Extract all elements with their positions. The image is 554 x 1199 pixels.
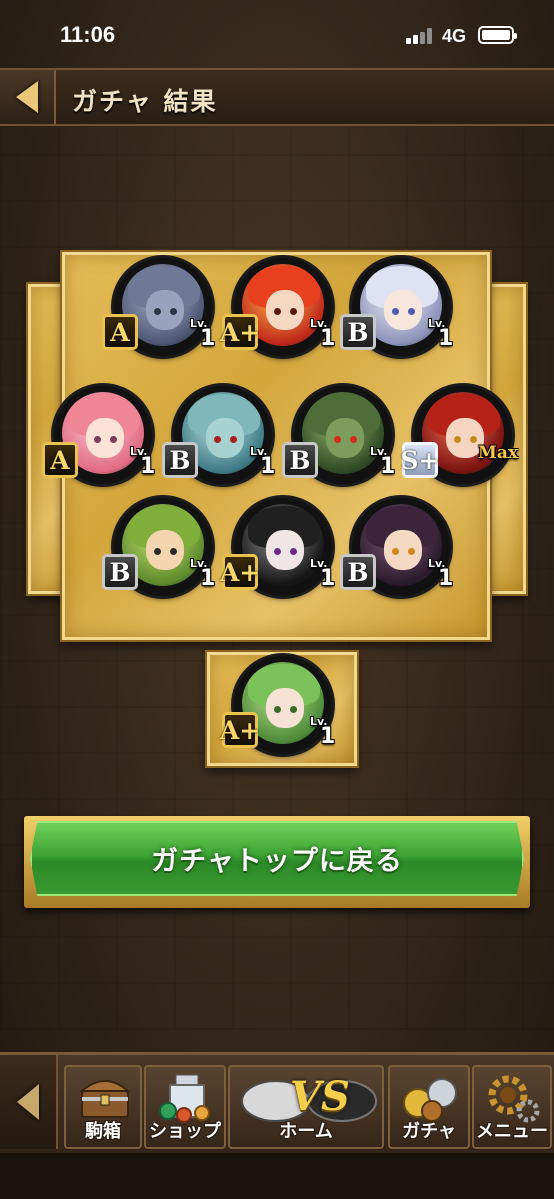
signal-icon [406, 28, 434, 44]
rank-badge: S+ [400, 442, 440, 478]
rank-badge: B [162, 442, 198, 478]
rank-text: B [289, 445, 311, 475]
return-to-gacha-top-button[interactable]: ガチャトップに戻る [24, 816, 530, 908]
status-bar: 11:06 4G [0, 0, 554, 66]
level-value: 1 [438, 566, 454, 591]
rank-text: A [50, 445, 70, 475]
rank-badge: B [340, 314, 376, 350]
status-time: 11:06 [60, 22, 116, 47]
character-card[interactable]: A Lv. 1 [42, 382, 160, 494]
rank-text: S+ [400, 445, 440, 475]
rank-text: A+ [219, 715, 261, 745]
home-indicator-area [0, 1153, 554, 1199]
treasure-chest-icon [79, 1080, 131, 1118]
return-button-face: ガチャトップに戻る [30, 821, 524, 896]
character-card[interactable]: B Lv. 1 [102, 494, 220, 606]
nav-label-home: ホーム [279, 1121, 333, 1142]
rank-text: A+ [219, 557, 261, 587]
nav-label-shop: ショップ [149, 1121, 221, 1142]
nav-label-menu: メニュー [476, 1121, 548, 1142]
character-card[interactable]: A+ Lv. 1 [220, 494, 340, 606]
rank-text: B [347, 557, 369, 587]
nav-item-home[interactable]: VS ホーム [228, 1065, 384, 1149]
rank-badge: A+ [219, 712, 261, 748]
bonus-character-card[interactable]: A+ Lv. 1 [220, 652, 340, 764]
nav-label-gacha: ガチャ [402, 1121, 456, 1142]
character-card[interactable]: A Lv. 1 [102, 254, 220, 366]
chevron-left-icon [16, 81, 38, 113]
rank-badge: A+ [219, 554, 261, 590]
rank-badge: A [42, 442, 78, 478]
return-button-label: ガチャトップに戻る [151, 846, 403, 877]
back-button[interactable] [0, 70, 56, 124]
nav-item-box[interactable]: 駒箱 [64, 1065, 142, 1149]
battery-icon [478, 26, 517, 44]
level-indicator: Lv. 1 [308, 716, 348, 748]
nav-item-gacha[interactable]: ガチャ [388, 1065, 470, 1149]
level-value: 1 [320, 724, 336, 749]
rank-badge: B [340, 554, 376, 590]
rank-text: A+ [219, 317, 261, 347]
nav-label-box: 駒箱 [85, 1121, 121, 1142]
character-card[interactable]: B Lv. 1 [162, 382, 280, 494]
character-card[interactable]: B Lv. 1 [340, 254, 458, 366]
rank-badge: A+ [219, 314, 261, 350]
level-value: 1 [438, 326, 454, 351]
home-vs-text: VS [290, 1073, 350, 1120]
nav-item-menu[interactable]: メニュー [472, 1065, 552, 1149]
rank-text: B [347, 317, 369, 347]
nav-back-button[interactable] [0, 1055, 58, 1149]
shop-potion-icon [159, 1074, 210, 1123]
level-value: Max [478, 443, 518, 463]
rank-badge: B [102, 554, 138, 590]
bottom-nav: 駒箱 ショップ VS ホーム ガチャ メニュー [0, 1052, 554, 1199]
character-card[interactable]: B Lv. 1 [282, 382, 400, 494]
gacha-coins-icon [403, 1078, 457, 1122]
page-title: ガチャ 結果 [72, 87, 218, 116]
character-card[interactable]: A+ Lv. 1 [220, 254, 340, 366]
gear-icon [488, 1075, 540, 1123]
level-indicator: Max [478, 445, 528, 462]
rank-text: A [110, 317, 130, 347]
header: ガチャ 結果 [0, 68, 554, 126]
rank-badge: B [282, 442, 318, 478]
nav-item-shop[interactable]: ショップ [144, 1065, 226, 1149]
rank-text: B [109, 557, 131, 587]
level-indicator: Lv. 1 [426, 558, 466, 590]
network-type: 4G [442, 26, 467, 46]
level-indicator: Lv. 1 [426, 318, 466, 350]
character-card[interactable]: B Lv. 1 [340, 494, 458, 606]
character-card[interactable]: S+ Max [401, 382, 520, 494]
rank-text: B [169, 445, 191, 475]
rank-badge: A [102, 314, 138, 350]
chevron-left-icon [17, 1084, 39, 1120]
